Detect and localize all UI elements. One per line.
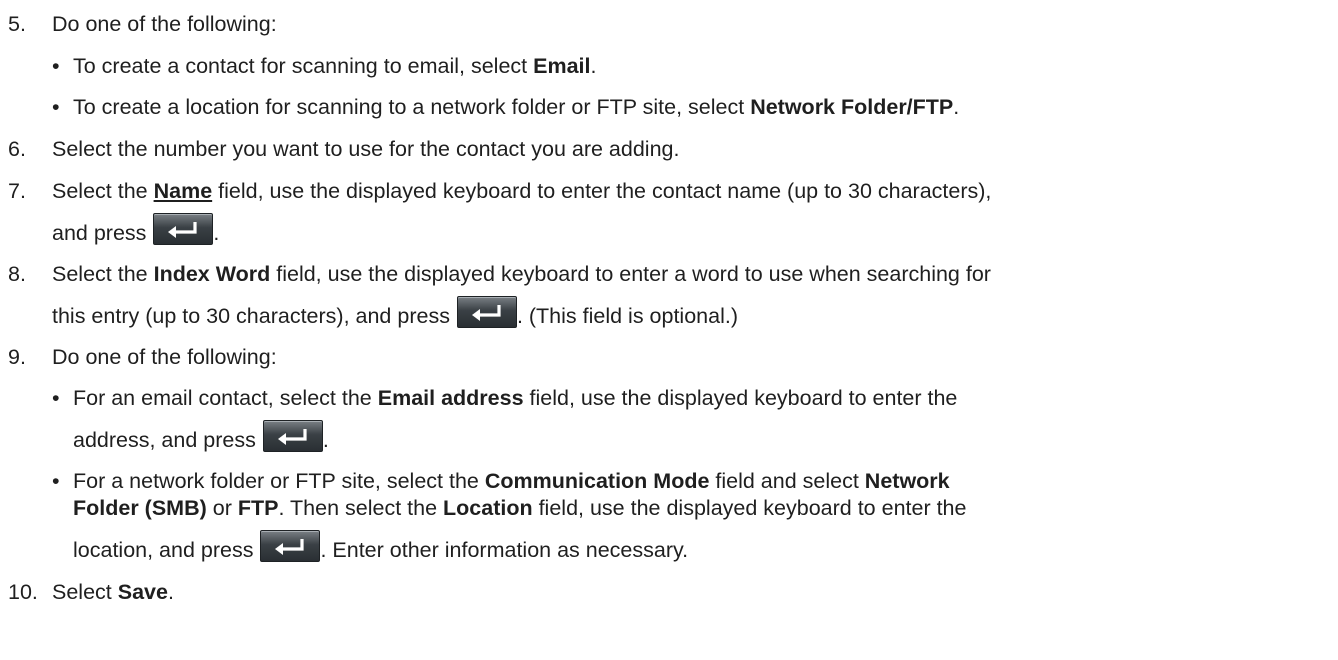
step-9-bullet-email: For an email contact, select the Email a… (73, 386, 958, 410)
step-9-bullet-network: For a network folder or FTP site, select… (73, 469, 950, 493)
step-9-bullet-network-line3: location, and press . Enter other inform… (73, 530, 688, 563)
step-8-text-line2: this entry (up to 30 characters), and pr… (52, 296, 738, 329)
step-10-number: 10. (8, 580, 38, 604)
step-8-text: Select the Index Word field, use the dis… (52, 262, 991, 286)
step-8-number: 8. (8, 262, 26, 286)
step-5-bullet-network: To create a location for scanning to a n… (73, 95, 960, 119)
bullet-marker: • (52, 95, 60, 119)
step-5-bullet-email: To create a contact for scanning to emai… (73, 54, 597, 78)
step-6-number: 6. (8, 137, 26, 161)
step-9-text: Do one of the following: (52, 345, 277, 369)
step-5-text: Do one of the following: (52, 12, 277, 36)
step-7-number: 7. (8, 179, 26, 203)
step-9-bullet-email-line2: address, and press . (73, 420, 329, 453)
step-9-bullet-network-line2: Folder (SMB) or FTP. Then select the Loc… (73, 496, 967, 520)
step-7-text-line2: and press . (52, 213, 219, 246)
instruction-document: 5. Do one of the following: • To create … (0, 0, 1338, 660)
step-10-text: Select Save. (52, 580, 174, 604)
step-6-text: Select the number you want to use for th… (52, 137, 680, 161)
enter-key-icon (153, 213, 214, 245)
step-7-text: Select the Name field, use the displayed… (52, 179, 992, 203)
bullet-marker: • (52, 54, 60, 78)
enter-key-icon (456, 296, 517, 328)
bullet-marker: • (52, 469, 60, 493)
step-5-number: 5. (8, 12, 26, 36)
bullet-marker: • (52, 386, 60, 410)
step-9-number: 9. (8, 345, 26, 369)
enter-key-icon (260, 530, 321, 562)
enter-key-icon (262, 420, 323, 452)
